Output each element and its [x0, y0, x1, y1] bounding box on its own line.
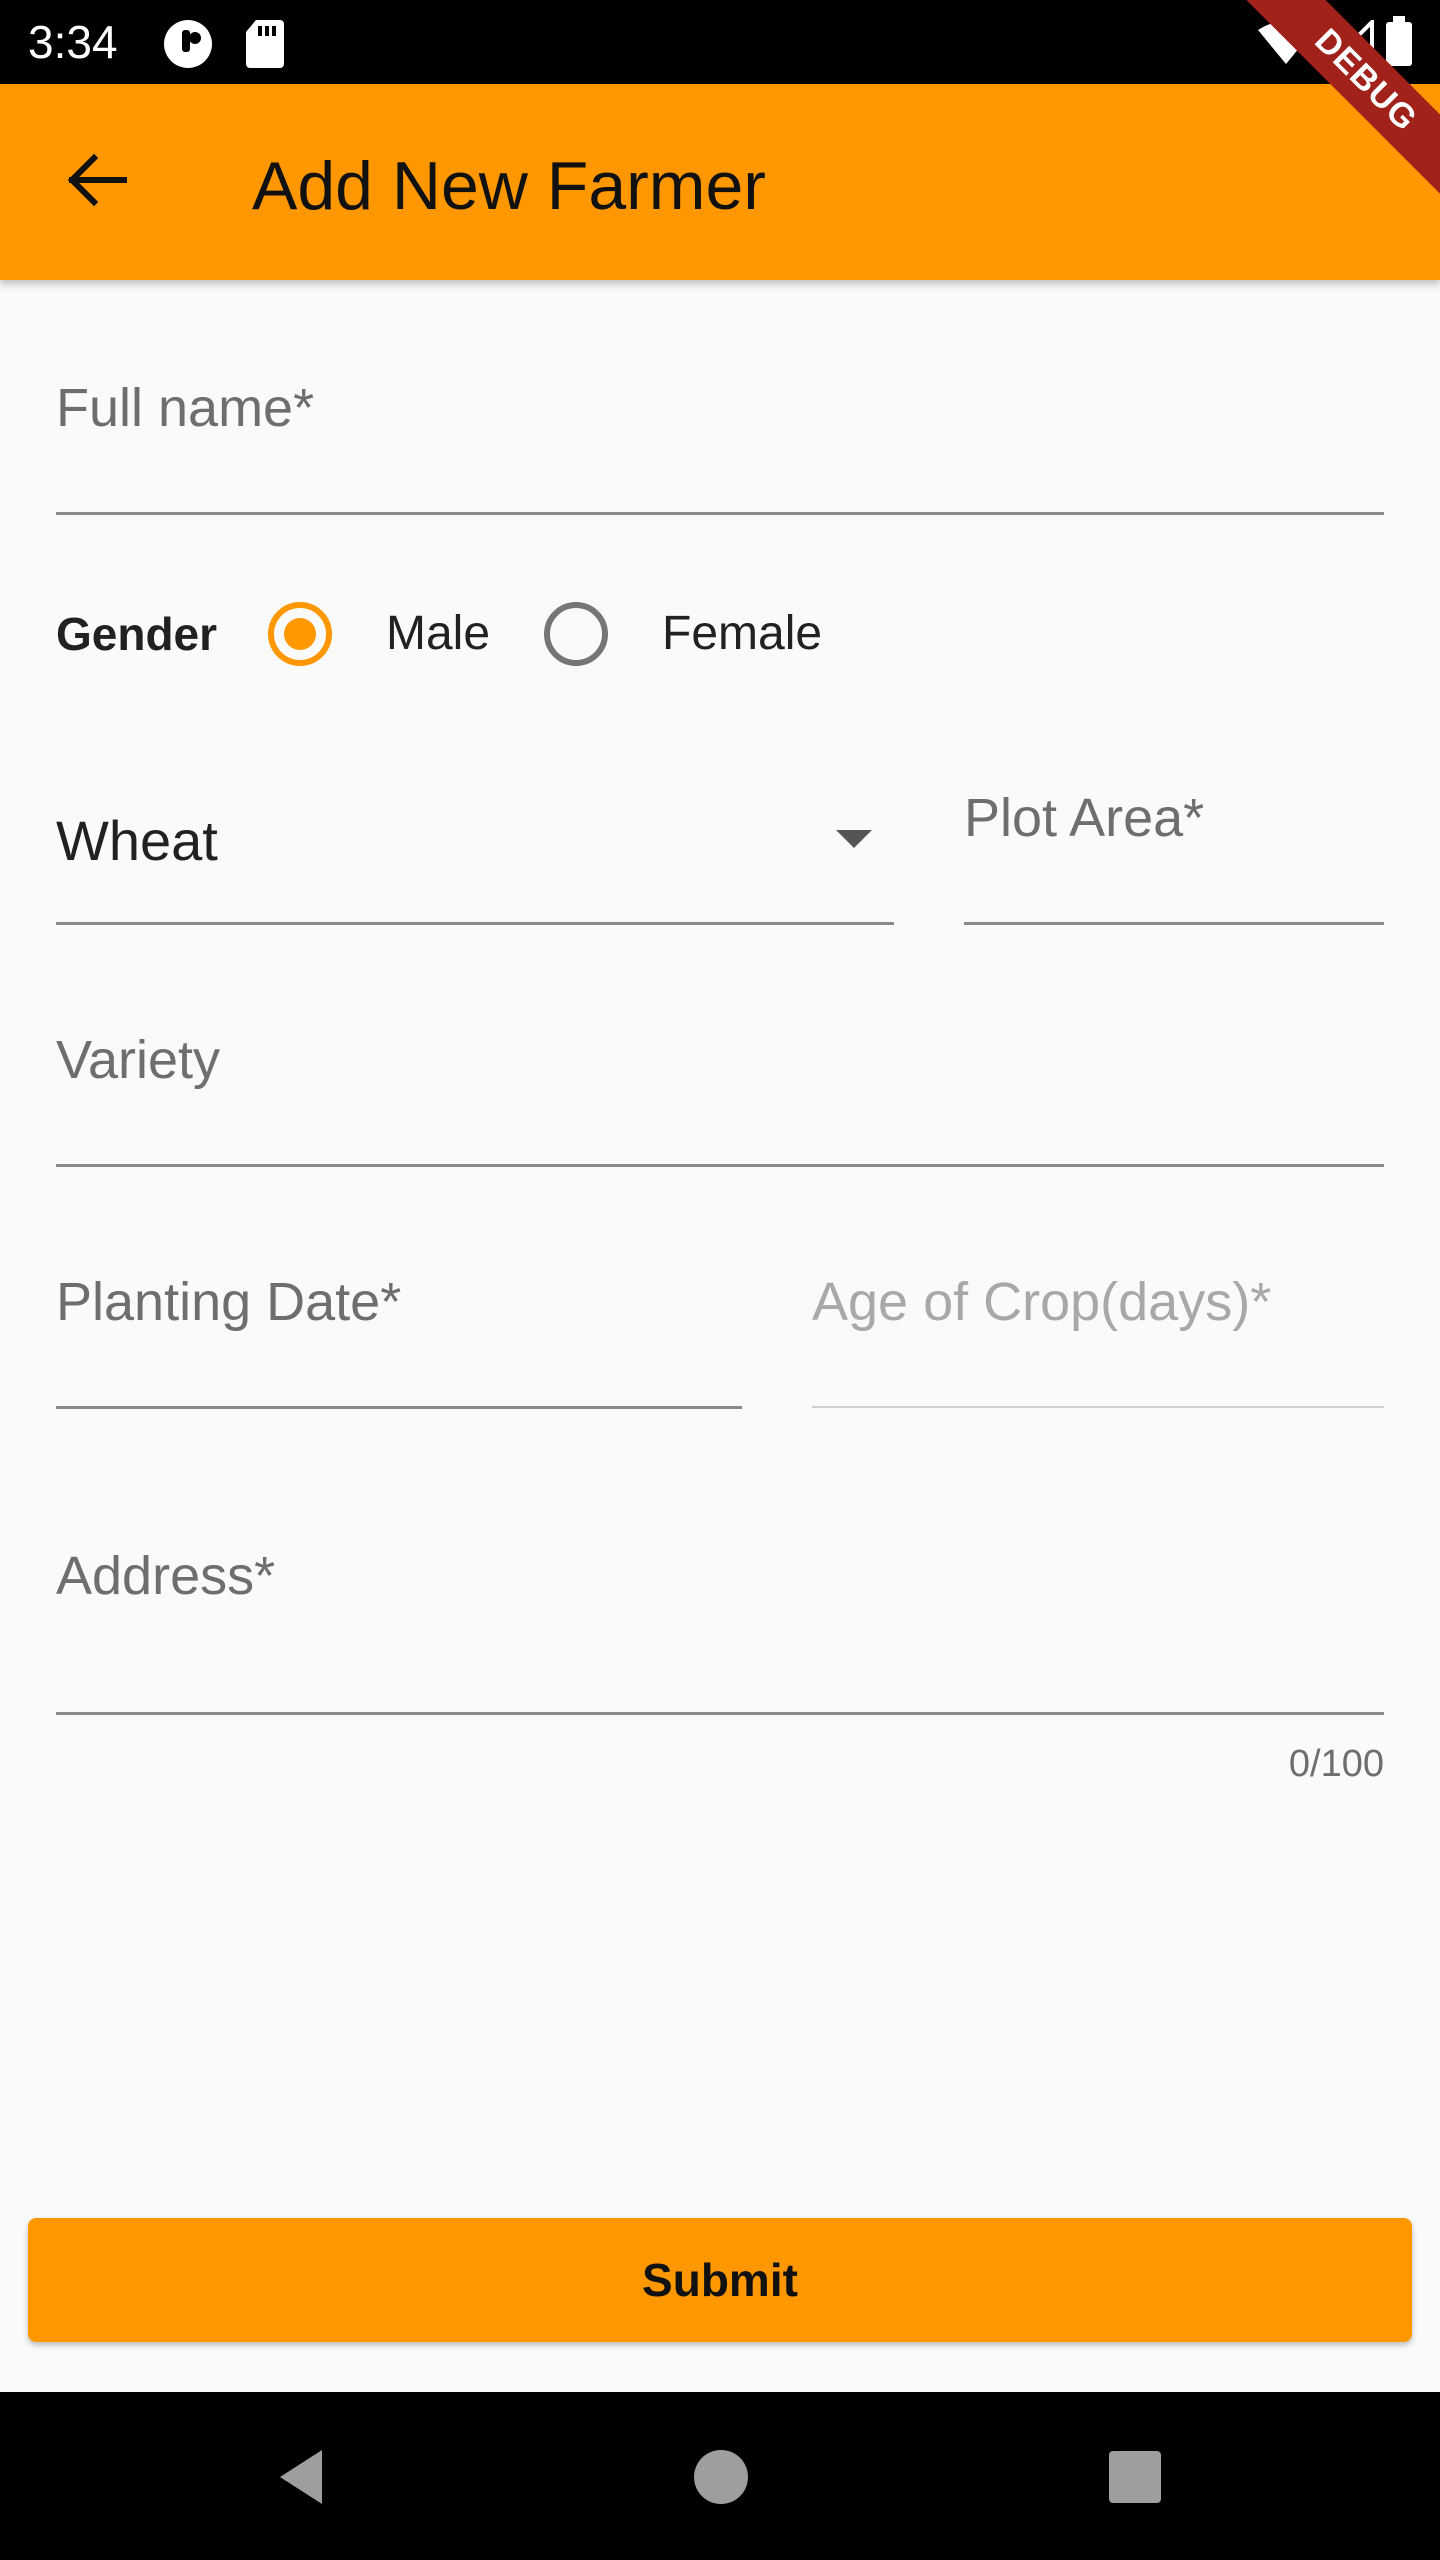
app-bar: Add New Farmer	[0, 84, 1440, 280]
age-of-crop-underline	[812, 1406, 1384, 1408]
crop-underline	[56, 922, 894, 925]
gender-label: Gender	[56, 608, 218, 660]
full-name-label: Full name*	[56, 378, 315, 438]
page-title: Add New Farmer	[252, 148, 766, 224]
planting-date-underline	[56, 1406, 742, 1409]
variety-label: Variety	[56, 1030, 221, 1090]
nav-back-icon[interactable]	[268, 2442, 338, 2512]
variety-underline	[56, 1164, 1384, 1167]
radio-female-label[interactable]: Female	[662, 604, 822, 664]
nav-home-icon[interactable]	[686, 2442, 756, 2512]
age-of-crop-label: Age of Crop(days)*	[812, 1272, 1272, 1332]
gender-selector: Gender Male Female	[56, 590, 956, 680]
variety-field[interactable]: Variety	[56, 1028, 1384, 1168]
plot-area-underline	[964, 922, 1384, 925]
cell-signal-icon	[1325, 17, 1374, 71]
full-name-underline	[56, 512, 1384, 515]
status-time: 3:34	[28, 16, 118, 68]
radio-selected-dot	[284, 618, 316, 650]
crop-dropdown[interactable]: Wheat	[56, 800, 894, 926]
dropdown-arrow-icon	[836, 830, 872, 848]
address-label: Address*	[56, 1546, 276, 1606]
status-bar: 3:34	[0, 0, 1440, 84]
plot-area-field[interactable]: Plot Area*	[964, 784, 1384, 926]
nav-recents-icon[interactable]	[1100, 2442, 1170, 2512]
submit-button[interactable]: Submit	[28, 2218, 1412, 2342]
sd-card-icon	[244, 18, 286, 73]
planting-date-field[interactable]: Planting Date*	[56, 1270, 742, 1410]
address-underline	[56, 1712, 1384, 1715]
arrow-back-icon	[64, 148, 128, 217]
battery-icon	[1384, 16, 1414, 73]
crop-dropdown-value: Wheat	[56, 809, 218, 872]
plot-area-label: Plot Area*	[964, 788, 1205, 848]
navigation-bar	[0, 2392, 1440, 2560]
address-field[interactable]: Address*	[56, 1544, 1384, 1716]
app-notification-icon	[162, 18, 214, 75]
submit-label: Submit	[642, 2254, 798, 2306]
radio-male[interactable]	[268, 602, 332, 666]
radio-female[interactable]	[544, 602, 608, 666]
wifi-icon	[1256, 20, 1316, 71]
planting-date-label: Planting Date*	[56, 1272, 402, 1332]
address-char-counter: 0/100	[1288, 1743, 1384, 1785]
full-name-field[interactable]: Full name*	[56, 370, 1384, 516]
age-of-crop-field: Age of Crop(days)*	[812, 1270, 1384, 1410]
back-button[interactable]	[48, 134, 144, 230]
radio-male-label[interactable]: Male	[386, 604, 490, 664]
